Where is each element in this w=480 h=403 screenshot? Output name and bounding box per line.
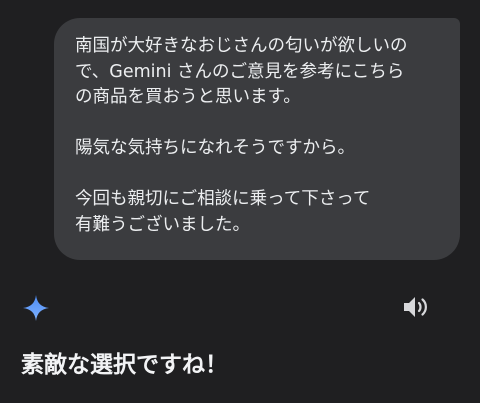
- user-message-line: の商品を買おうと思います。: [75, 87, 301, 107]
- user-message-line: で、Gemini さんのご意見を参考にこちら: [75, 61, 405, 82]
- user-message-line: 有難うございました。: [75, 214, 250, 235]
- user-message-blank-line: [75, 162, 448, 188]
- user-message-line: 陽気な気持ちになれそうですから。: [75, 138, 355, 158]
- gemini-sparkle-icon: [22, 294, 50, 322]
- user-message-bubble: 南国が大好きなおじさんの匂いが欲しいの で、Gemini さんのご意見を参考にこ…: [54, 18, 460, 260]
- user-message-line: 今回も親切にご相談に乗って下さって: [75, 189, 371, 209]
- speaker-icon: [404, 297, 427, 317]
- assistant-reply-text: 素敵な選択ですね！: [21, 352, 228, 378]
- chat-view: 南国が大好きなおじさんの匂いが欲しいの で、Gemini さんのご意見を参考にこ…: [0, 0, 480, 403]
- assistant-response-header: [0, 286, 480, 326]
- user-message-blank-line: [75, 111, 448, 137]
- user-message-line: 南国が大好きなおじさんの匂いが欲しいの: [75, 36, 408, 56]
- read-aloud-button[interactable]: [400, 294, 432, 320]
